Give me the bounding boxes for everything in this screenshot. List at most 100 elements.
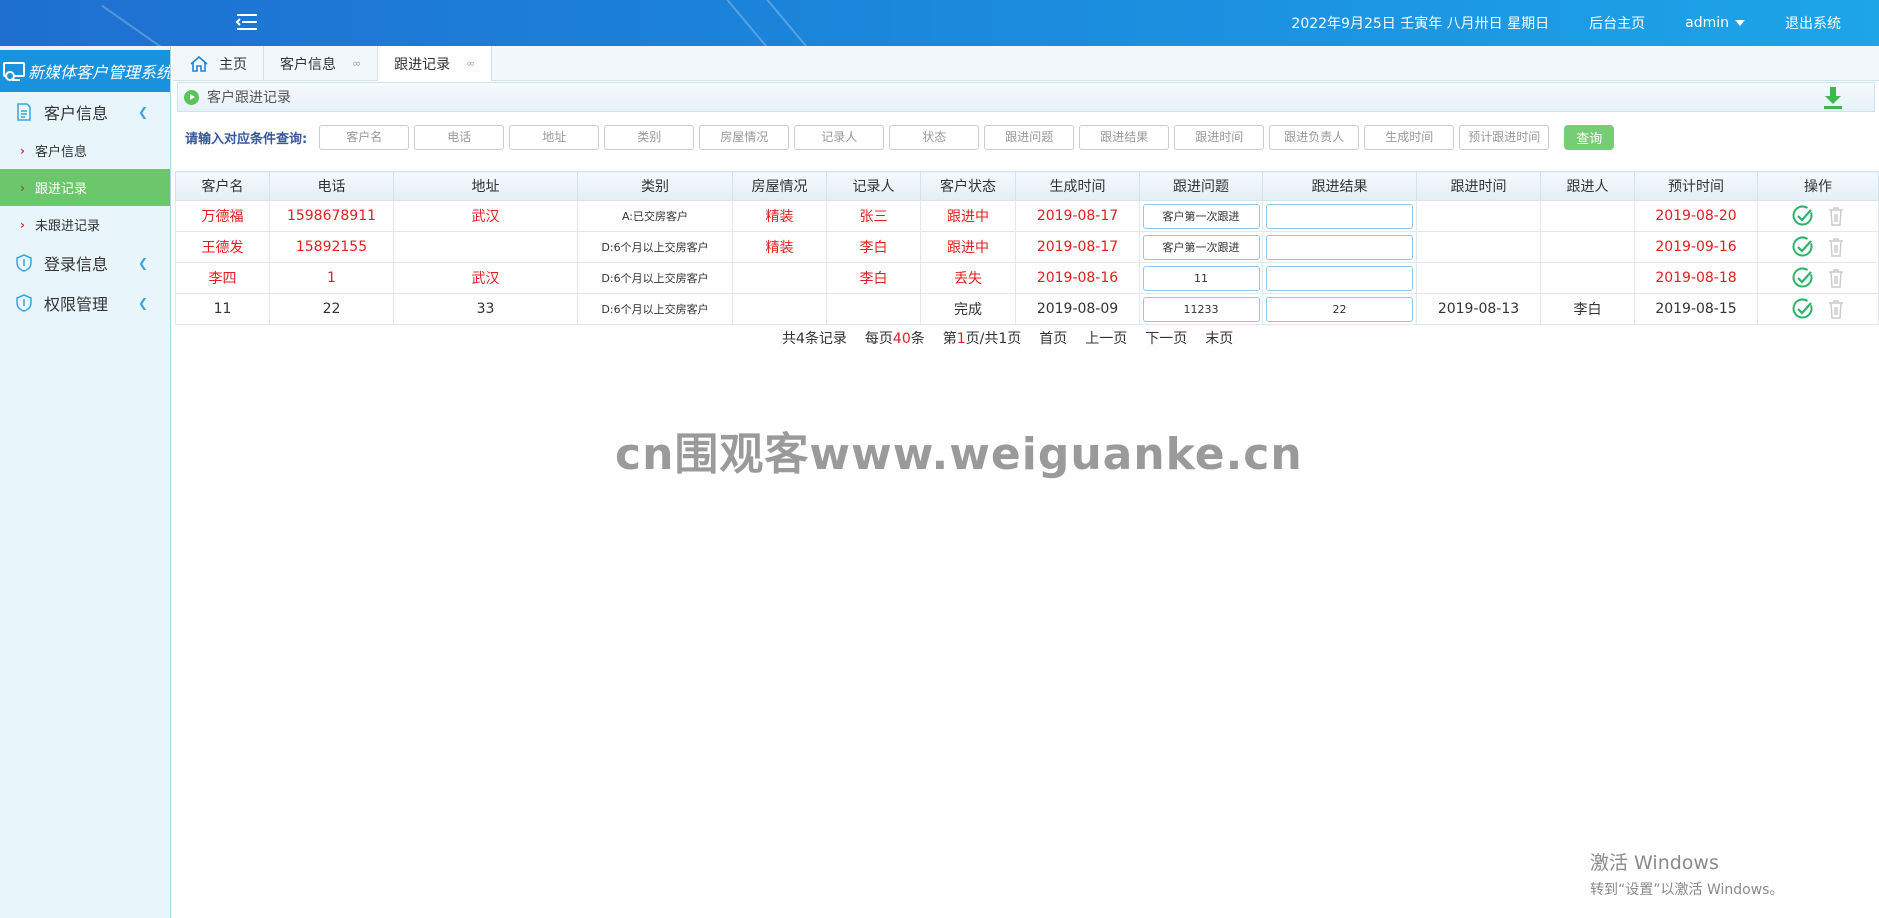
- nav-group-customer-info[interactable]: 客户信息 ❮: [0, 92, 170, 132]
- user-menu[interactable]: admin: [1685, 15, 1745, 31]
- follow-result-input[interactable]: [1266, 265, 1413, 291]
- cell-address: 武汉: [393, 262, 578, 294]
- column-header: 电话: [269, 171, 394, 201]
- menu-toggle-icon[interactable]: [234, 10, 260, 34]
- search-input-question[interactable]: [984, 124, 1075, 150]
- tab-close-icon[interactable]: ∞: [466, 57, 475, 70]
- cell-follow-time: [1416, 231, 1541, 263]
- search-input-follow-time[interactable]: [1174, 124, 1265, 150]
- cell-address: [393, 231, 578, 263]
- cell-category: D:6个月以上交房客户: [577, 231, 733, 263]
- check-circle-icon[interactable]: [1791, 204, 1815, 228]
- nav-group-login-info[interactable]: 登录信息 ❮: [0, 243, 170, 283]
- sidebar-item-follow-up-records[interactable]: › 跟进记录: [0, 169, 170, 206]
- search-form: 请输入对应条件查询: 查询: [185, 124, 1615, 150]
- cell-status: 完成: [920, 293, 1016, 325]
- column-header: 跟进结果: [1262, 171, 1417, 201]
- check-circle-icon[interactable]: [1791, 266, 1815, 290]
- cell-follow-time: 2019-08-13: [1416, 293, 1541, 325]
- search-input-address[interactable]: [509, 124, 600, 150]
- cell-actions: [1757, 293, 1879, 325]
- search-input-created[interactable]: [1364, 124, 1455, 150]
- search-input-owner[interactable]: [1269, 124, 1360, 150]
- download-icon[interactable]: [1822, 86, 1844, 110]
- follow-question-input[interactable]: [1142, 265, 1260, 291]
- column-header: 客户名: [175, 171, 270, 201]
- search-button[interactable]: 查询: [1564, 124, 1615, 150]
- column-header: 生成时间: [1015, 171, 1140, 201]
- follow-result-input[interactable]: [1266, 203, 1413, 229]
- row-actions: [1759, 266, 1878, 290]
- table-row: 王德发15892155 D:6个月以上交房客户精装李白跟进中2019-08-17 2…: [175, 231, 1879, 263]
- last-page-link[interactable]: 末页: [1205, 328, 1233, 348]
- brand: 新媒体客户管理系统: [0, 50, 170, 92]
- search-input-recorder[interactable]: [794, 124, 885, 150]
- cell-expected: 2019-08-15: [1634, 293, 1758, 325]
- search-input-house[interactable]: [699, 124, 790, 150]
- follow-question-input[interactable]: [1142, 234, 1260, 260]
- search-input-status[interactable]: [889, 124, 980, 150]
- panel-title: 客户跟进记录: [207, 90, 291, 106]
- tab-close-icon[interactable]: ∞: [352, 57, 361, 70]
- cell-created: 2019-08-09: [1015, 293, 1140, 325]
- cell-follower: [1540, 200, 1635, 232]
- cell-result: [1262, 293, 1417, 325]
- cell-phone: 22: [269, 293, 394, 325]
- sidebar-item-label: 客户信息: [34, 145, 87, 160]
- prev-page-link[interactable]: 上一页: [1085, 328, 1127, 348]
- tab-home[interactable]: 主页: [173, 46, 264, 81]
- cell-follow-time: [1416, 200, 1541, 232]
- row-actions: [1759, 297, 1878, 321]
- check-circle-icon[interactable]: [1791, 297, 1815, 321]
- tab-customer-info[interactable]: 客户信息 ∞: [264, 46, 379, 81]
- tab-label: 主页: [219, 56, 247, 73]
- search-input-expected[interactable]: [1459, 124, 1550, 150]
- trash-icon[interactable]: [1827, 206, 1845, 226]
- sidebar-item-customer-info[interactable]: › 客户信息: [0, 132, 170, 169]
- table-header-row: 客户名 电话 地址 类别 房屋情况 记录人 客户状态 生成时间 跟进问题 跟进结…: [175, 171, 1879, 201]
- follow-result-input[interactable]: [1266, 234, 1413, 260]
- total-records: 共4条记录: [782, 331, 847, 347]
- search-input-result[interactable]: [1079, 124, 1170, 150]
- follow-result-input[interactable]: [1266, 296, 1413, 322]
- play-circle-icon: [184, 89, 199, 105]
- trash-icon[interactable]: [1827, 299, 1845, 319]
- cell-actions: [1757, 200, 1879, 232]
- follow-question-input[interactable]: [1142, 296, 1260, 322]
- cell-actions: [1757, 262, 1879, 294]
- trash-icon[interactable]: [1827, 268, 1845, 288]
- cell-follower: [1540, 231, 1635, 263]
- watermark: cn围观客www.weiguanke.cn: [615, 429, 1303, 480]
- sidebar: 新媒体客户管理系统 客户信息 ❮ › 客户信息 › 跟进记录 › 未跟进记录 登…: [0, 46, 171, 918]
- cell-question: [1139, 262, 1263, 294]
- cell-follow-time: [1416, 262, 1541, 294]
- monitor-logo-icon: [3, 62, 25, 81]
- page-indicator: 第1页/共1页: [942, 331, 1022, 347]
- nav-group-permissions[interactable]: 权限管理 ❮: [0, 283, 170, 323]
- cell-phone: 1598678911: [269, 200, 394, 232]
- cell-follower: 李白: [1540, 293, 1635, 325]
- logout-link[interactable]: 退出系统: [1785, 13, 1841, 33]
- document-icon: [17, 103, 31, 121]
- sidebar-item-not-followed[interactable]: › 未跟进记录: [0, 206, 170, 243]
- tab-bar: 主页 客户信息 ∞ 跟进记录 ∞: [173, 46, 1879, 81]
- cell-question: [1139, 293, 1263, 325]
- trash-icon[interactable]: [1827, 237, 1845, 257]
- cell-recorder: [826, 293, 921, 325]
- search-input-name[interactable]: [319, 124, 410, 150]
- cell-name: 王德发: [175, 231, 270, 263]
- cell-house: [732, 262, 827, 294]
- tab-follow-up-records[interactable]: 跟进记录 ∞: [378, 46, 493, 81]
- next-page-link[interactable]: 下一页: [1145, 328, 1187, 348]
- column-header: 记录人: [826, 171, 921, 201]
- search-input-phone[interactable]: [414, 124, 505, 150]
- caret-down-icon: [1735, 20, 1745, 26]
- pagination: 共4条记录 每页40条 第1页/共1页 首页 上一页 下一页 末页: [782, 328, 1251, 348]
- first-page-link[interactable]: 首页: [1039, 328, 1067, 348]
- cell-name: 万德福: [175, 200, 270, 232]
- check-circle-icon[interactable]: [1791, 235, 1815, 259]
- follow-question-input[interactable]: [1142, 203, 1260, 229]
- cell-name: 11: [175, 293, 270, 325]
- search-input-category[interactable]: [604, 124, 695, 150]
- home-link[interactable]: 后台主页: [1589, 13, 1645, 33]
